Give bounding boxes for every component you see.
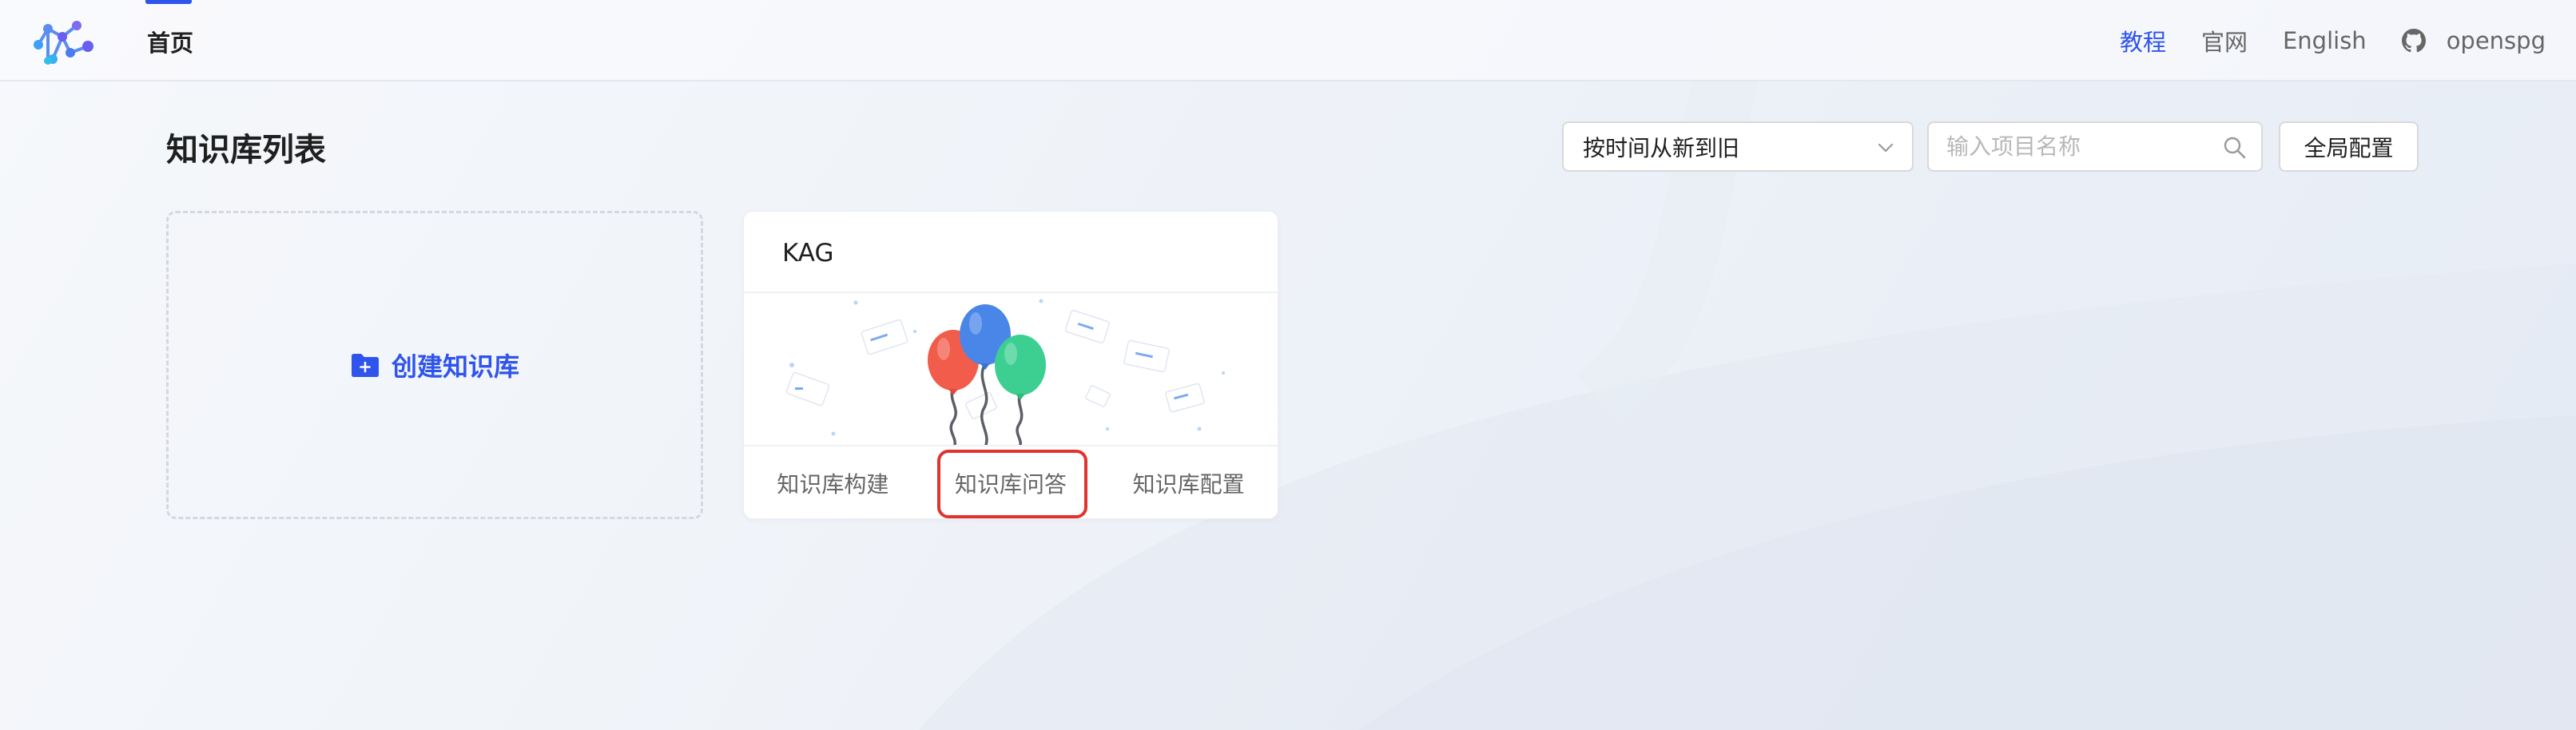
sort-select[interactable]: 按时间从新到旧 xyxy=(1562,121,1914,172)
active-indicator xyxy=(145,0,192,4)
kb-qa-action[interactable]: 知识库问答 xyxy=(922,446,1100,520)
sort-select-value: 按时间从新到旧 xyxy=(1583,134,1740,161)
folder-add-icon xyxy=(351,354,379,377)
page-title: 知识库列表 xyxy=(166,132,326,169)
nav-tutorial-link[interactable]: 教程 xyxy=(2120,24,2166,58)
knowledge-base-card[interactable]: KAG 知识库构建 知识库问答 知识库配置 xyxy=(743,211,1278,519)
global-config-button[interactable]: 全局配置 xyxy=(2279,121,2419,172)
project-search-input[interactable] xyxy=(1946,123,2210,170)
knowledge-base-title: KAG xyxy=(782,239,834,268)
github-icon[interactable] xyxy=(2401,29,2426,53)
language-switch-link[interactable]: English xyxy=(2283,27,2367,54)
nav-home[interactable]: 首页 xyxy=(145,0,193,81)
create-knowledge-base-label: 创建知识库 xyxy=(391,351,519,382)
nav-home-label: 首页 xyxy=(147,30,194,57)
nav-official-site-link[interactable]: 官网 xyxy=(2201,24,2248,58)
chevron-down-icon xyxy=(1878,143,1894,153)
project-search-box[interactable] xyxy=(1927,121,2263,172)
kb-config-action[interactable]: 知识库配置 xyxy=(1099,446,1278,520)
kb-build-action[interactable]: 知识库构建 xyxy=(744,446,922,520)
card-actions: 知识库构建 知识库问答 知识库配置 xyxy=(744,446,1278,520)
top-right-links: 教程 官网 English openspg xyxy=(2085,0,2546,81)
balloons-illustration xyxy=(785,299,1225,445)
user-name[interactable]: openspg xyxy=(2447,27,2546,54)
top-nav-bar: 首页 教程 官网 English openspg xyxy=(0,0,2576,81)
search-icon[interactable] xyxy=(2223,136,2247,160)
openspg-logo[interactable] xyxy=(30,13,97,69)
create-knowledge-base-card[interactable]: 创建知识库 xyxy=(166,211,703,519)
create-knowledge-base-content: 创建知识库 xyxy=(350,347,519,383)
